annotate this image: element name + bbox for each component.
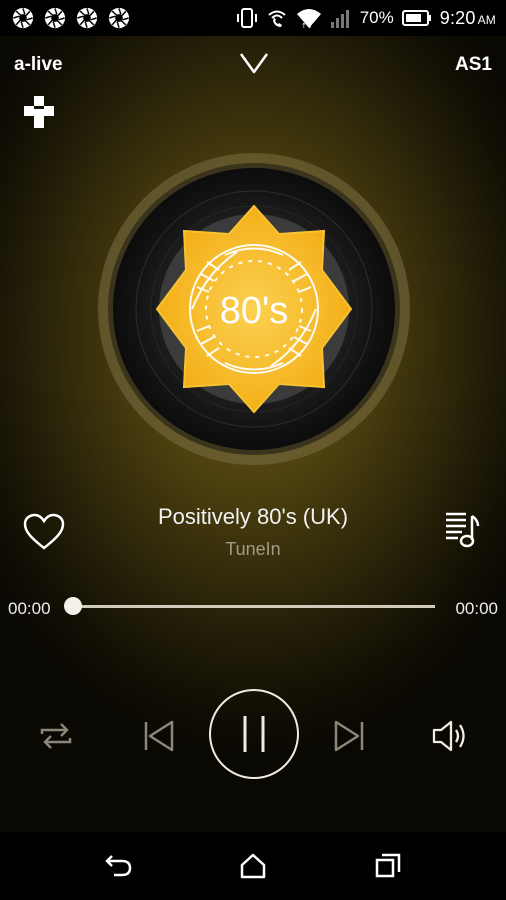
volume-icon — [432, 720, 465, 752]
seek-bar[interactable] — [73, 605, 435, 608]
aperture-icon — [12, 7, 34, 29]
wifi-icon: ↑↓ — [296, 9, 321, 29]
battery-icon — [401, 10, 431, 26]
back-button[interactable] — [103, 850, 135, 882]
repeat-button[interactable] — [36, 716, 76, 756]
vibrate-icon — [236, 8, 257, 28]
tunein-logo-icon[interactable] — [24, 96, 54, 128]
battery-percent: 70% — [359, 8, 394, 27]
aperture-icon — [108, 7, 130, 29]
svg-text:↑↓: ↑↓ — [301, 22, 313, 29]
chevron-down-icon[interactable] — [236, 48, 272, 78]
clock: 9:20 AM — [440, 8, 496, 29]
next-button[interactable] — [330, 716, 370, 756]
track-title: Positively 80's (UK) — [157, 504, 349, 529]
previous-icon — [144, 720, 174, 752]
elapsed-time: 00:00 — [8, 599, 51, 618]
track-source: TuneIn — [225, 539, 281, 559]
aperture-icon — [76, 7, 98, 29]
clock-time: 9:20 — [439, 7, 476, 28]
back-icon — [105, 855, 132, 877]
wifi-calling-icon — [268, 10, 286, 27]
previous-button[interactable] — [138, 716, 178, 756]
home-icon — [240, 853, 266, 879]
album-badge-text: 80's — [220, 290, 289, 332]
system-status: ↑↓ 70% 9:20 AM — [236, 7, 506, 29]
album-art: 80's — [98, 153, 410, 465]
seek-thumb[interactable] — [64, 597, 82, 615]
pause-button[interactable] — [209, 689, 299, 779]
navigation-bar — [0, 832, 506, 900]
pause-icon — [243, 716, 265, 752]
device-label[interactable]: AS1 — [455, 54, 492, 76]
total-time: 00:00 — [455, 599, 498, 618]
next-icon — [334, 720, 364, 752]
volume-button[interactable] — [430, 716, 472, 756]
recents-button[interactable] — [372, 850, 404, 882]
signal-icon — [330, 10, 349, 28]
aperture-icon — [44, 7, 66, 29]
home-button[interactable] — [237, 850, 269, 882]
source-label[interactable]: a-live — [14, 54, 63, 76]
clock-suffix: AM — [477, 12, 496, 27]
notification-icons — [0, 7, 130, 29]
recents-icon — [375, 853, 401, 878]
now-playing-screen: a-live AS1 80's Positively 80's (UK) Tun… — [0, 36, 506, 832]
repeat-icon — [40, 723, 72, 749]
playlist-icon[interactable] — [444, 510, 480, 550]
status-bar: ↑↓ 70% 9:20 AM — [0, 0, 506, 36]
